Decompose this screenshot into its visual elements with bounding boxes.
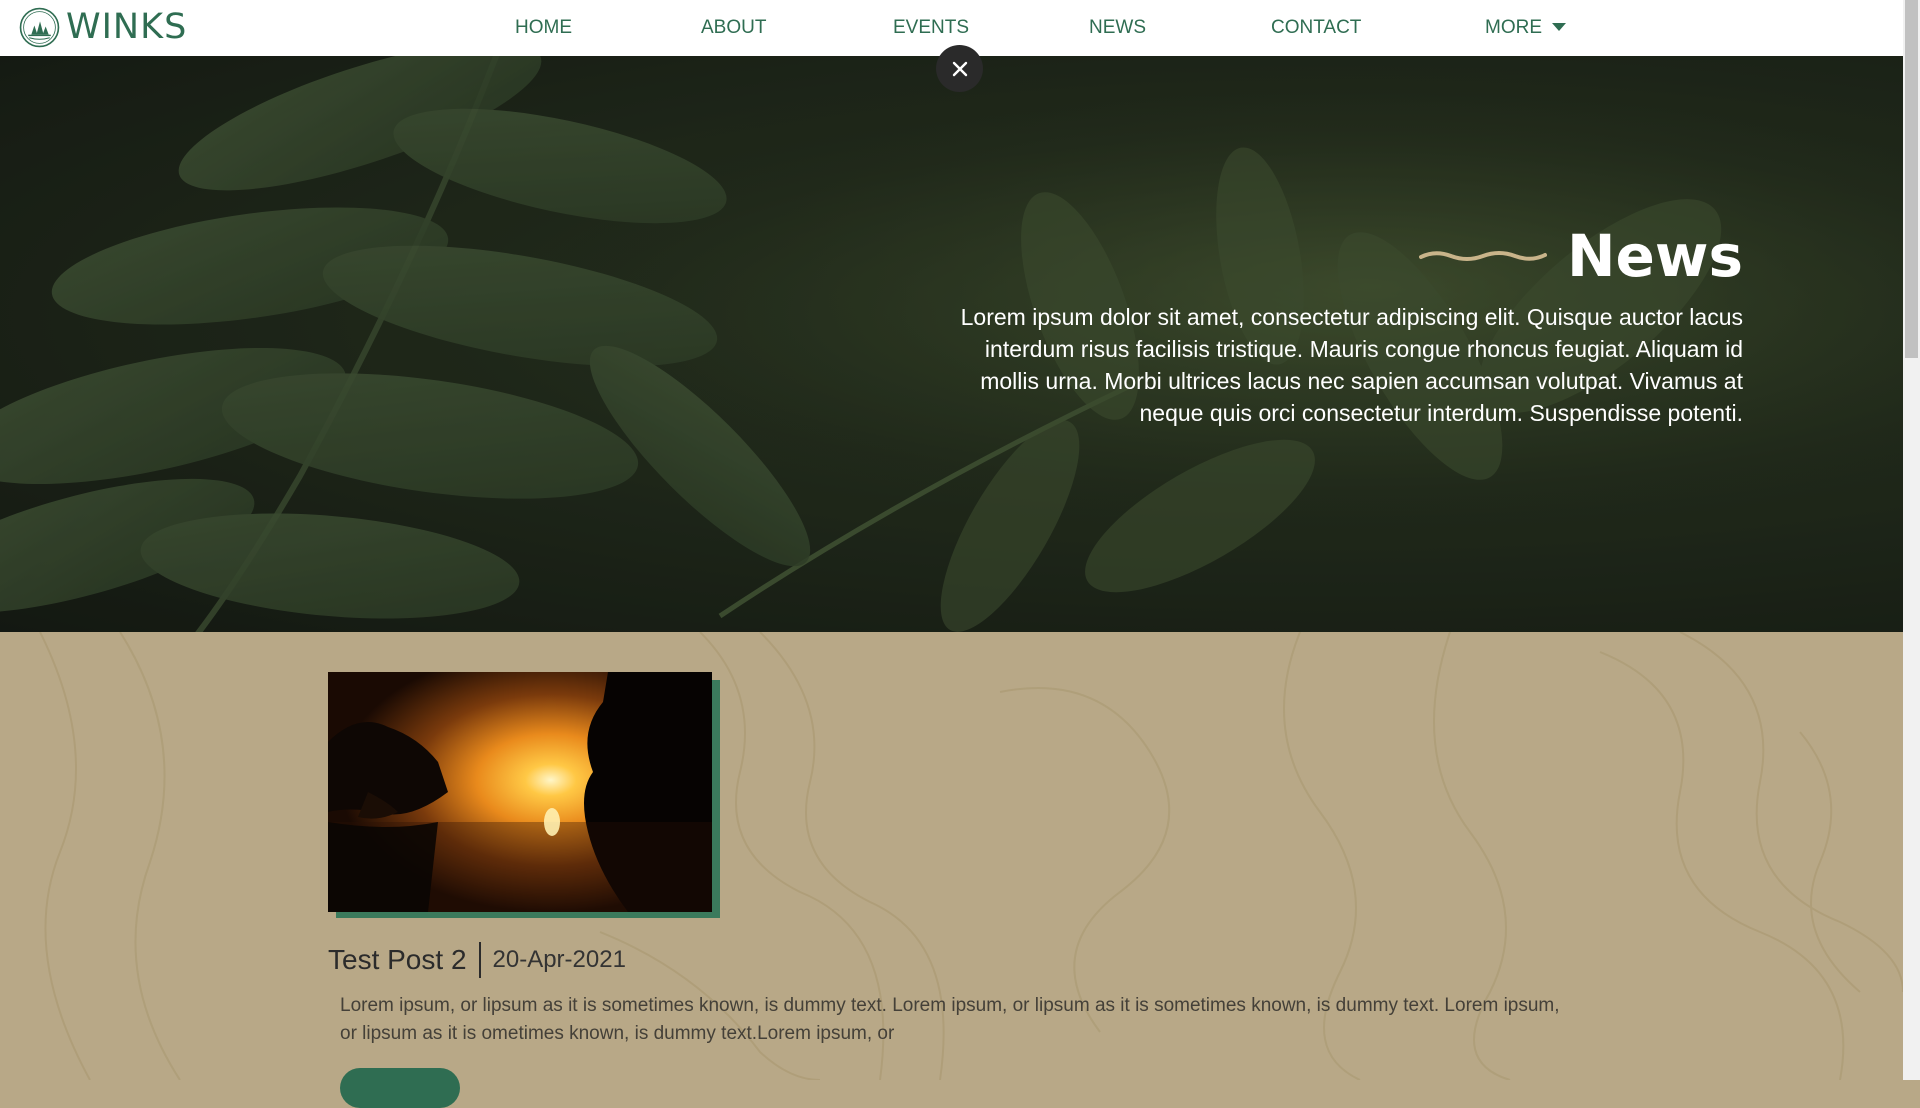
hero-banner: News Lorem ipsum dolor sit amet, consect… [0, 56, 1903, 632]
page-title: News [1567, 222, 1743, 290]
close-button[interactable] [936, 45, 983, 92]
title-date-divider [478, 942, 481, 978]
post-image-frame [328, 672, 720, 918]
nav-item-home[interactable]: HOME [515, 16, 572, 40]
hero-title-row: News [953, 221, 1743, 291]
caret-down-icon [1552, 23, 1566, 31]
close-icon [952, 61, 967, 76]
page-scrollbar[interactable] [1903, 0, 1920, 1080]
post-title[interactable]: Test Post 2 [328, 942, 467, 978]
nav-item-contact[interactable]: CONTACT [1271, 16, 1361, 40]
wave-line-icon [1419, 251, 1548, 261]
nav-item-more[interactable]: MORE [1485, 16, 1566, 40]
hero-description: Lorem ipsum dolor sit amet, consectetur … [960, 304, 1743, 426]
nav-item-events[interactable]: EVENTS [893, 16, 969, 40]
post-date: 20-Apr-2021 [492, 946, 626, 973]
news-list-section: Test Post 2 20-Apr-2021 Lorem ipsum, or … [0, 632, 1903, 1080]
post-header: Test Post 2 20-Apr-2021 [328, 942, 1568, 978]
post-excerpt: Lorem ipsum, or lipsum as it is sometime… [340, 995, 1560, 1044]
news-post-card[interactable]: Test Post 2 20-Apr-2021 Lorem ipsum, or … [328, 672, 1568, 1048]
scrollbar-thumb[interactable] [1905, 0, 1918, 358]
nav-item-news[interactable]: NEWS [1089, 16, 1146, 40]
nav-item-more-label: MORE [1485, 17, 1542, 38]
hero-text-block: News Lorem ipsum dolor sit amet, consect… [953, 221, 1743, 429]
nav-item-about[interactable]: ABOUT [701, 16, 766, 40]
sunset-lake-image[interactable] [328, 672, 712, 912]
read-more-button[interactable] [340, 1068, 460, 1108]
